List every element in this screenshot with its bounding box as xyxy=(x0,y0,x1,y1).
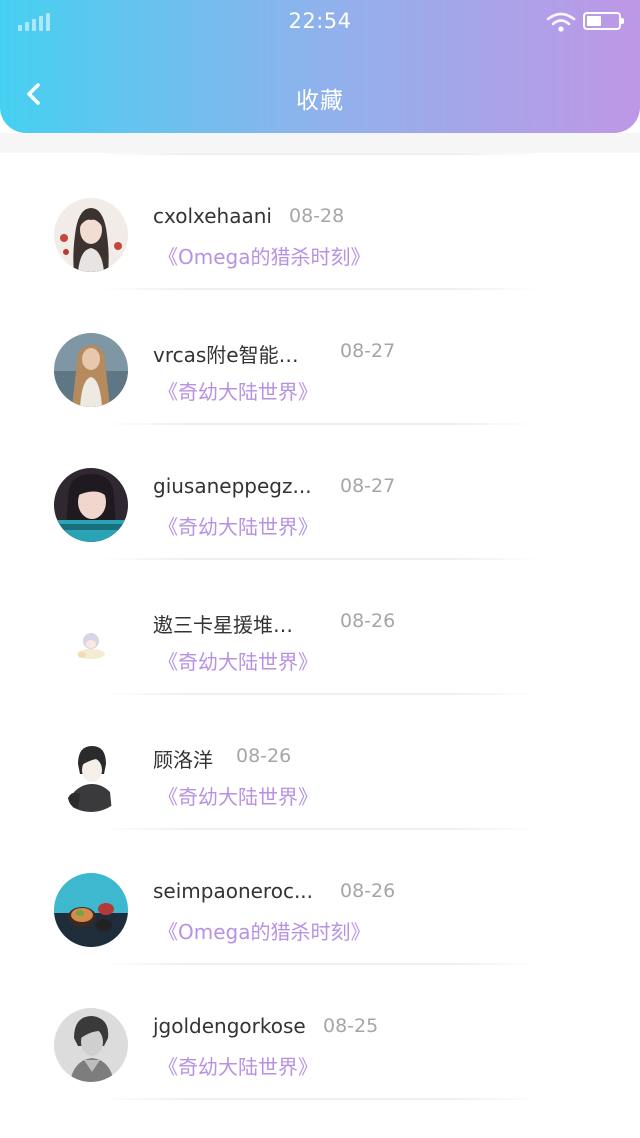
book-title-link[interactable]: 《奇幼大陆世界》 xyxy=(158,781,318,810)
list-end-divider xyxy=(0,1098,640,1138)
list-item[interactable]: cxolxehaani 08-28 《Omega的猎杀时刻》 xyxy=(0,153,640,288)
date: 08-25 xyxy=(323,1015,379,1037)
avatar[interactable] xyxy=(54,333,128,407)
avatar[interactable] xyxy=(54,468,128,542)
avatar[interactable] xyxy=(54,738,128,812)
divider xyxy=(100,153,540,155)
list-item[interactable]: giusaneppegz... 08-27 《奇幼大陆世界》 xyxy=(0,423,640,558)
username: jgoldengorkose xyxy=(153,1014,306,1038)
date: 08-26 xyxy=(236,745,292,767)
list-item[interactable]: 顾洛洋 08-26 《奇幼大陆世界》 xyxy=(0,693,640,828)
list-item[interactable]: vrcas附e智能… 08-27 《奇幼大陆世界》 xyxy=(0,288,640,423)
list-item[interactable]: 遨三卡星援堆… 08-26 《奇幼大陆世界》 xyxy=(0,558,640,693)
date: 08-28 xyxy=(289,205,345,227)
divider xyxy=(100,423,540,425)
divider xyxy=(100,558,540,560)
list-item[interactable]: seimpaoneroc... 08-26 《Omega的猎杀时刻》 xyxy=(0,828,640,963)
book-title-link[interactable]: 《Omega的猎杀时刻》 xyxy=(158,241,370,270)
username: 遨三卡星援堆… xyxy=(153,613,293,637)
divider xyxy=(100,1098,540,1100)
book-title-link[interactable]: 《奇幼大陆世界》 xyxy=(158,511,318,540)
status-bar: 22:54 xyxy=(0,0,640,44)
section-gap xyxy=(0,133,640,153)
divider xyxy=(100,828,540,830)
date: 08-27 xyxy=(340,475,396,497)
username: vrcas附e智能… xyxy=(153,343,299,367)
book-title-link[interactable]: 《奇幼大陆世界》 xyxy=(158,646,318,675)
book-title-link[interactable]: 《Omega的猎杀时刻》 xyxy=(158,916,370,945)
divider xyxy=(100,693,540,695)
list-item[interactable]: jgoldengorkose 08-25 《奇幼大陆世界》 xyxy=(0,963,640,1098)
status-time: 22:54 xyxy=(288,9,352,33)
battery-level xyxy=(587,16,601,26)
page-title: 收藏 xyxy=(296,88,344,114)
date: 08-26 xyxy=(340,610,396,632)
header-bar: 22:54 收藏 xyxy=(0,0,640,133)
username: giusaneppegz... xyxy=(153,474,312,498)
username: seimpaoneroc... xyxy=(153,879,314,903)
username: cxolxehaani xyxy=(153,204,272,228)
date: 08-26 xyxy=(340,880,396,902)
wifi-icon xyxy=(546,12,576,32)
battery-icon xyxy=(583,12,624,30)
divider xyxy=(100,963,540,965)
avatar[interactable] xyxy=(54,603,128,677)
avatar[interactable] xyxy=(54,1008,128,1082)
avatar[interactable] xyxy=(54,198,128,272)
book-title-link[interactable]: 《奇幼大陆世界》 xyxy=(158,376,318,405)
book-title-link[interactable]: 《奇幼大陆世界》 xyxy=(158,1051,318,1080)
username: 顾洛洋 xyxy=(153,748,213,772)
date: 08-27 xyxy=(340,340,396,362)
divider xyxy=(100,288,540,290)
avatar[interactable] xyxy=(54,873,128,947)
